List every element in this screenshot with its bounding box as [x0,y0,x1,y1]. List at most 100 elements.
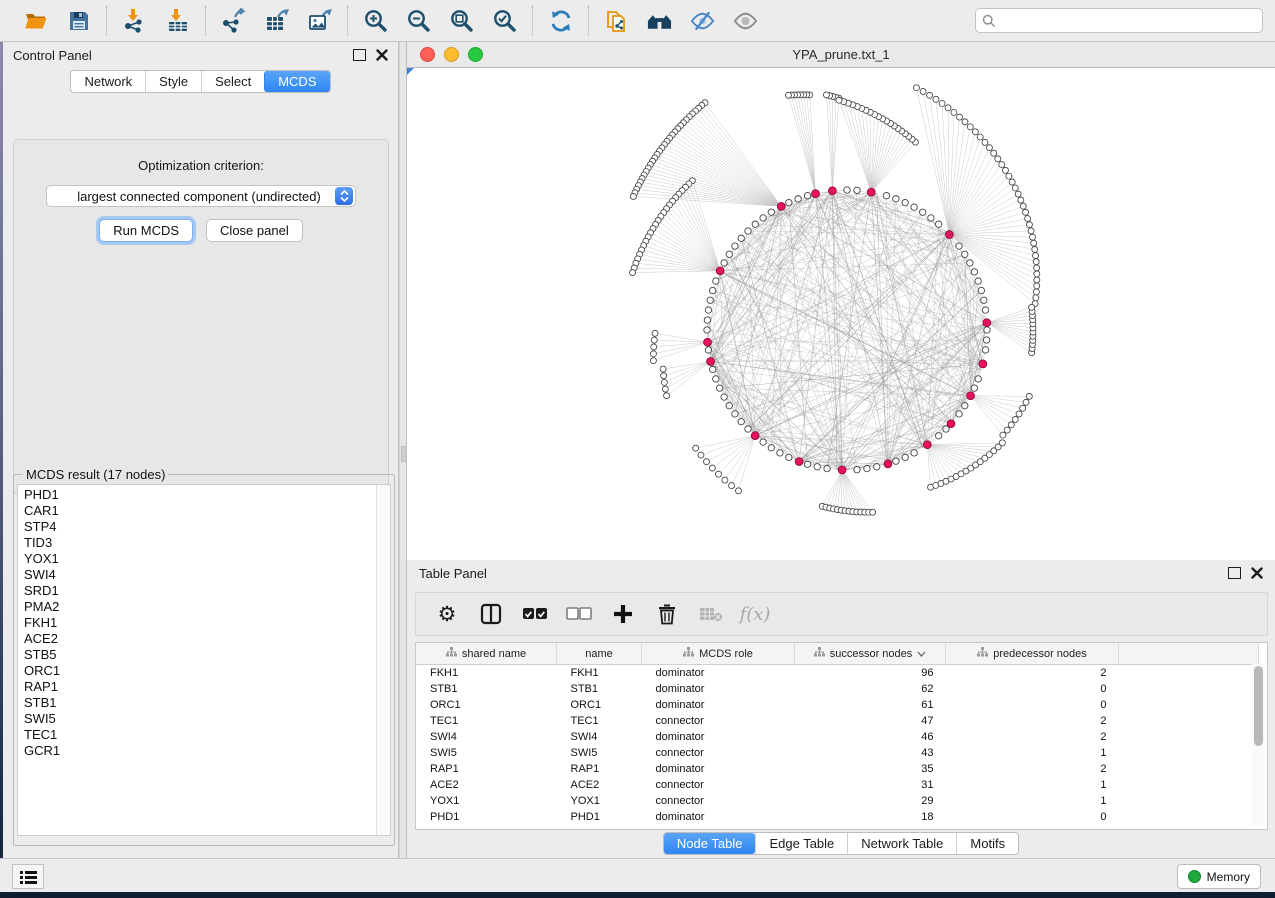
network-node[interactable] [709,465,715,471]
zoom-fit-icon[interactable] [448,7,475,34]
refresh-layout-icon[interactable] [547,7,574,34]
tab-node-table[interactable]: Node Table [664,833,756,854]
binoculars-icon[interactable] [646,7,673,34]
network-node[interactable] [893,196,899,202]
network-node[interactable] [1026,222,1032,228]
network-node[interactable] [786,199,792,205]
network-node[interactable] [893,458,899,464]
mcds-hub-node[interactable] [979,360,987,368]
mcds-list-scrollbar[interactable] [376,485,390,835]
network-node[interactable] [738,418,744,424]
network-node[interactable] [716,385,722,391]
network-node[interactable] [986,145,992,151]
network-node[interactable] [738,235,744,241]
network-node[interactable] [902,454,908,460]
zoom-out-icon[interactable] [405,7,432,34]
export-table-icon[interactable] [263,7,290,34]
network-node[interactable] [972,129,978,135]
network-node[interactable] [962,251,968,257]
mcds-hub-node[interactable] [947,420,955,428]
select-all-columns-icon[interactable] [522,601,548,627]
table-panel-float-icon[interactable] [1228,567,1241,579]
tab-style[interactable]: Style [145,71,201,92]
network-node[interactable] [804,192,810,198]
table-row[interactable]: FKH1FKH1dominator962 [416,665,1259,682]
mcds-hub-node[interactable] [867,188,875,196]
network-node[interactable] [1009,179,1015,185]
network-node[interactable] [920,88,926,94]
network-node[interactable] [1034,283,1040,289]
network-node[interactable] [1016,411,1022,417]
network-node[interactable] [752,221,758,227]
network-node[interactable] [1034,265,1040,271]
network-node[interactable] [981,297,987,303]
network-node[interactable] [777,450,783,456]
network-node[interactable] [1015,191,1021,197]
network-node[interactable] [709,366,715,372]
add-column-icon[interactable] [610,601,636,627]
network-node[interactable] [786,454,792,460]
column-header-name[interactable]: name [557,643,642,665]
network-node[interactable] [804,461,810,467]
table-row[interactable]: TEC1TEC1connector472 [416,713,1259,729]
network-node[interactable] [707,297,713,303]
mcds-hub-node[interactable] [828,187,836,195]
network-node[interactable] [1006,173,1012,179]
network-node[interactable] [760,439,766,445]
mcds-result-item[interactable]: PMA2 [24,599,390,615]
table-scrollbar-thumb[interactable] [1254,666,1263,746]
network-node[interactable] [664,393,670,399]
mcds-hub-node[interactable] [923,441,931,449]
network-node[interactable] [726,402,732,408]
network-node[interactable] [962,402,968,408]
network-node[interactable] [713,376,719,382]
mcds-result-item[interactable]: ACE2 [24,631,390,647]
mcds-result-item[interactable]: SRD1 [24,583,390,599]
table-row[interactable]: SWI4SWI4dominator462 [416,729,1259,745]
network-node[interactable] [956,411,962,417]
tab-mcds[interactable]: MCDS [264,71,329,92]
network-node[interactable] [704,327,710,333]
mcds-hub-node[interactable] [983,319,991,327]
mcds-hub-node[interactable] [884,460,892,468]
network-node[interactable] [999,440,1005,446]
network-node[interactable] [630,193,636,199]
tab-network-table[interactable]: Network Table [847,833,956,854]
network-node[interactable] [1020,405,1026,411]
table-row[interactable]: RAP1RAP1dominator352 [416,761,1259,777]
network-node[interactable] [732,243,738,249]
network-node[interactable] [824,465,830,471]
network-node[interactable] [745,228,751,234]
network-node[interactable] [1023,209,1029,215]
network-canvas[interactable] [407,68,1275,560]
mcds-hub-node[interactable] [777,202,785,210]
network-node[interactable] [1033,259,1039,265]
search-input[interactable] [1000,13,1256,29]
mcds-result-item[interactable]: PHD1 [24,487,390,503]
tab-motifs[interactable]: Motifs [956,833,1018,854]
tab-edge-table[interactable]: Edge Table [755,833,847,854]
network-node[interactable] [1030,234,1036,240]
mcds-result-item[interactable]: SWI5 [24,711,390,727]
network-node[interactable] [1033,253,1039,259]
network-node[interactable] [911,450,917,456]
network-node[interactable] [1023,399,1029,405]
global-search-field[interactable] [975,8,1263,33]
table-row[interactable]: ORC1ORC1dominator610 [416,697,1259,713]
network-node[interactable] [1012,185,1018,191]
column-header-shared-name[interactable]: shared name [416,643,557,665]
mcds-result-item[interactable]: TEC1 [24,727,390,743]
network-node[interactable] [715,471,721,477]
network-node[interactable] [1031,240,1037,246]
table-scrollbar[interactable] [1252,664,1265,826]
save-session-icon[interactable] [65,7,92,34]
network-node[interactable] [999,162,1005,168]
network-node[interactable] [883,192,889,198]
network-node[interactable] [705,347,711,353]
mcds-result-item[interactable]: STB1 [24,695,390,711]
network-node[interactable] [971,269,977,275]
network-node[interactable] [982,139,988,145]
network-node[interactable] [1020,203,1026,209]
mcds-result-item[interactable]: ORC1 [24,663,390,679]
network-node[interactable] [919,209,925,215]
